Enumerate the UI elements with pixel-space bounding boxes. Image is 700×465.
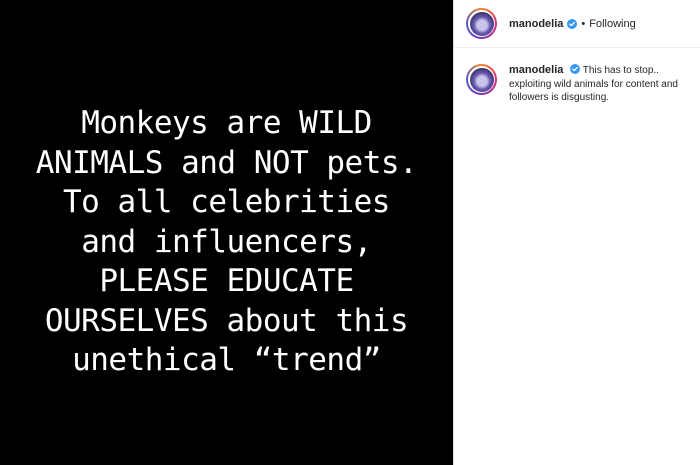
caption-comment: manodelia This has to stop.. exploiting … [454,48,700,105]
media-text-line: PLEASE EDUCATE [99,263,354,299]
avatar-border [468,66,495,93]
media-text-line: unethical “trend” [72,342,381,378]
post-side-panel: manodelia • Following manodelia This has… [453,0,700,465]
header-username[interactable]: manodelia [509,18,563,30]
media-text-line: To all celebrities [63,184,390,220]
media-text-line: OURSELVES about this [44,302,409,339]
media-text-line: Monkeys are WILD [81,105,372,141]
verified-badge-icon [567,18,578,29]
comment-body: manodelia This has to stop.. exploiting … [509,64,699,105]
instagram-post: Monkeys are WILD ANIMALS and NOT pets. T… [0,0,700,465]
avatar[interactable] [466,64,497,95]
avatar-image [469,67,494,92]
avatar-image [469,11,494,36]
avatar[interactable] [466,8,497,39]
post-header: manodelia • Following [454,0,700,48]
verified-badge-icon [570,64,581,74]
following-button[interactable]: Following [589,18,635,30]
media-text-line: ANIMALS and NOT pets. [35,144,418,181]
media-caption-text: Monkeys are WILD ANIMALS and NOT pets. T… [0,104,453,381]
post-media[interactable]: Monkeys are WILD ANIMALS and NOT pets. T… [0,0,453,465]
media-text-line: and influencers, [81,223,372,260]
avatar-border [468,10,495,37]
comment-username[interactable]: manodelia [509,64,563,76]
separator-dot: • [581,17,586,30]
